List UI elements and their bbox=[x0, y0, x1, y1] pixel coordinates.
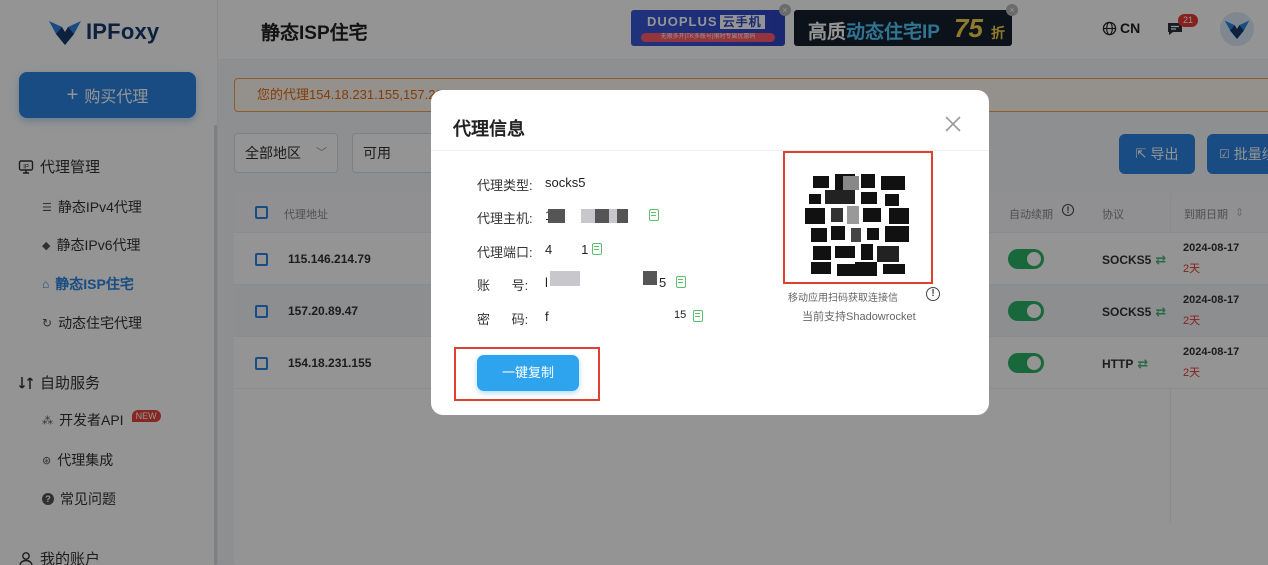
copy-icon[interactable] bbox=[649, 209, 659, 221]
proxy-port-label: 代理端口: bbox=[477, 245, 533, 260]
redacted-block bbox=[609, 209, 617, 223]
qr-hint-text: 移动应用扫码获取连接信 bbox=[788, 293, 898, 304]
password-value: f bbox=[545, 309, 549, 324]
password-label: 密 码: bbox=[477, 312, 529, 327]
proxy-type-label: 代理类型: bbox=[477, 178, 533, 193]
copy-all-button[interactable]: 一键复制 bbox=[477, 355, 579, 391]
qr-code[interactable] bbox=[805, 172, 911, 278]
redacted-block bbox=[643, 271, 657, 285]
copy-icon[interactable] bbox=[676, 276, 686, 288]
redacted-block bbox=[581, 209, 595, 223]
redacted-block bbox=[595, 209, 609, 223]
close-icon[interactable] bbox=[943, 114, 963, 134]
copy-icon[interactable] bbox=[693, 310, 703, 322]
redacted-block bbox=[550, 271, 580, 286]
qr-support-text: 当前支持Shadowrocket bbox=[802, 311, 916, 323]
proxy-type-value: socks5 bbox=[545, 175, 586, 190]
password-value-tail: 15 bbox=[674, 309, 687, 321]
proxy-host-label: 代理主机: bbox=[477, 211, 533, 226]
modal-title: 代理信息 bbox=[453, 119, 525, 139]
proxy-info-modal: 代理信息 代理类型: socks5 代理主机: 1 代理端口: 4 1 账 号:… bbox=[431, 90, 989, 415]
info-icon[interactable]: ! bbox=[926, 287, 940, 301]
redacted-block bbox=[548, 209, 565, 223]
account-value: l bbox=[545, 275, 548, 290]
account-label: 账 号: bbox=[477, 278, 529, 293]
proxy-port-value: 4 1 bbox=[545, 242, 589, 257]
copy-icon[interactable] bbox=[592, 243, 602, 255]
app-root: IPFoxy + 购买代理 IP 代理管理 ☰ 静态IPv4代理 ◆ 静态IPv… bbox=[0, 0, 1268, 565]
account-value-tail: 5 bbox=[659, 275, 667, 290]
redacted-block bbox=[617, 209, 628, 223]
